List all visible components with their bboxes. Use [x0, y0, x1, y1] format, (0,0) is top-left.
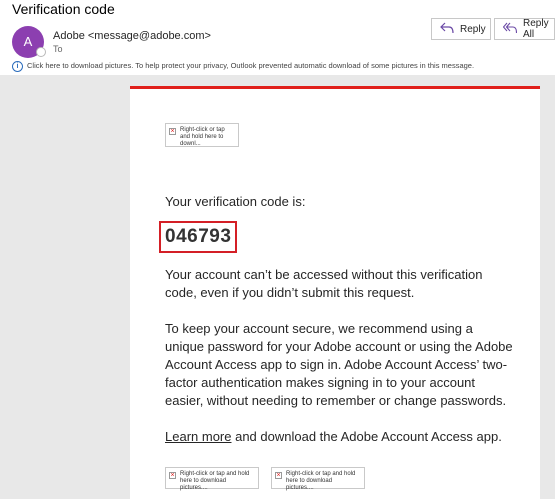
reply-all-icon: [502, 22, 518, 37]
to-label: To: [53, 44, 63, 54]
broken-image-icon: ×: [169, 128, 176, 135]
reply-icon: [440, 22, 454, 37]
image-placeholder-bottom-1[interactable]: × Right-click or tap and hold here to do…: [165, 467, 259, 491]
reply-all-button[interactable]: Reply All: [494, 18, 555, 40]
info-icon: i: [12, 60, 23, 72]
placeholder-text: Right-click or tap and hold here to down…: [180, 127, 225, 147]
reply-button[interactable]: Reply: [431, 18, 491, 40]
reply-all-label: Reply All: [523, 18, 549, 40]
message-body-card: × Right-click or tap and hold here to do…: [130, 86, 540, 499]
learn-more-paragraph: Learn more and download the Adobe Accoun…: [165, 428, 515, 446]
learn-more-rest: and download the Adobe Account Access ap…: [231, 429, 502, 444]
presence-status-icon: [36, 47, 46, 57]
security-paragraph: To keep your account secure, we recommen…: [165, 321, 513, 408]
placeholder-text: Right-click or tap and hold here to down…: [286, 471, 356, 491]
sender-name[interactable]: Adobe <message@adobe.com>: [53, 29, 211, 43]
download-pictures-infobar[interactable]: i Click here to download pictures. To he…: [12, 60, 474, 72]
image-placeholder-bottom-2[interactable]: × Right-click or tap and hold here to do…: [271, 467, 365, 491]
image-placeholder-top[interactable]: × Right-click or tap and hold here to do…: [165, 123, 239, 147]
code-intro-text: Your verification code is:: [165, 194, 306, 209]
warning-paragraph: Your account can’t be accessed without t…: [165, 267, 483, 300]
placeholder-text: Right-click or tap and hold here to down…: [180, 471, 250, 491]
email-subject: Verification code: [12, 1, 115, 17]
broken-image-icon: ×: [169, 472, 176, 479]
reply-label: Reply: [460, 23, 486, 35]
learn-more-link[interactable]: Learn more: [165, 429, 231, 444]
infobar-text[interactable]: Click here to download pictures. To help…: [27, 60, 474, 72]
verification-code: 046793: [165, 226, 232, 247]
broken-image-icon: ×: [275, 472, 282, 479]
